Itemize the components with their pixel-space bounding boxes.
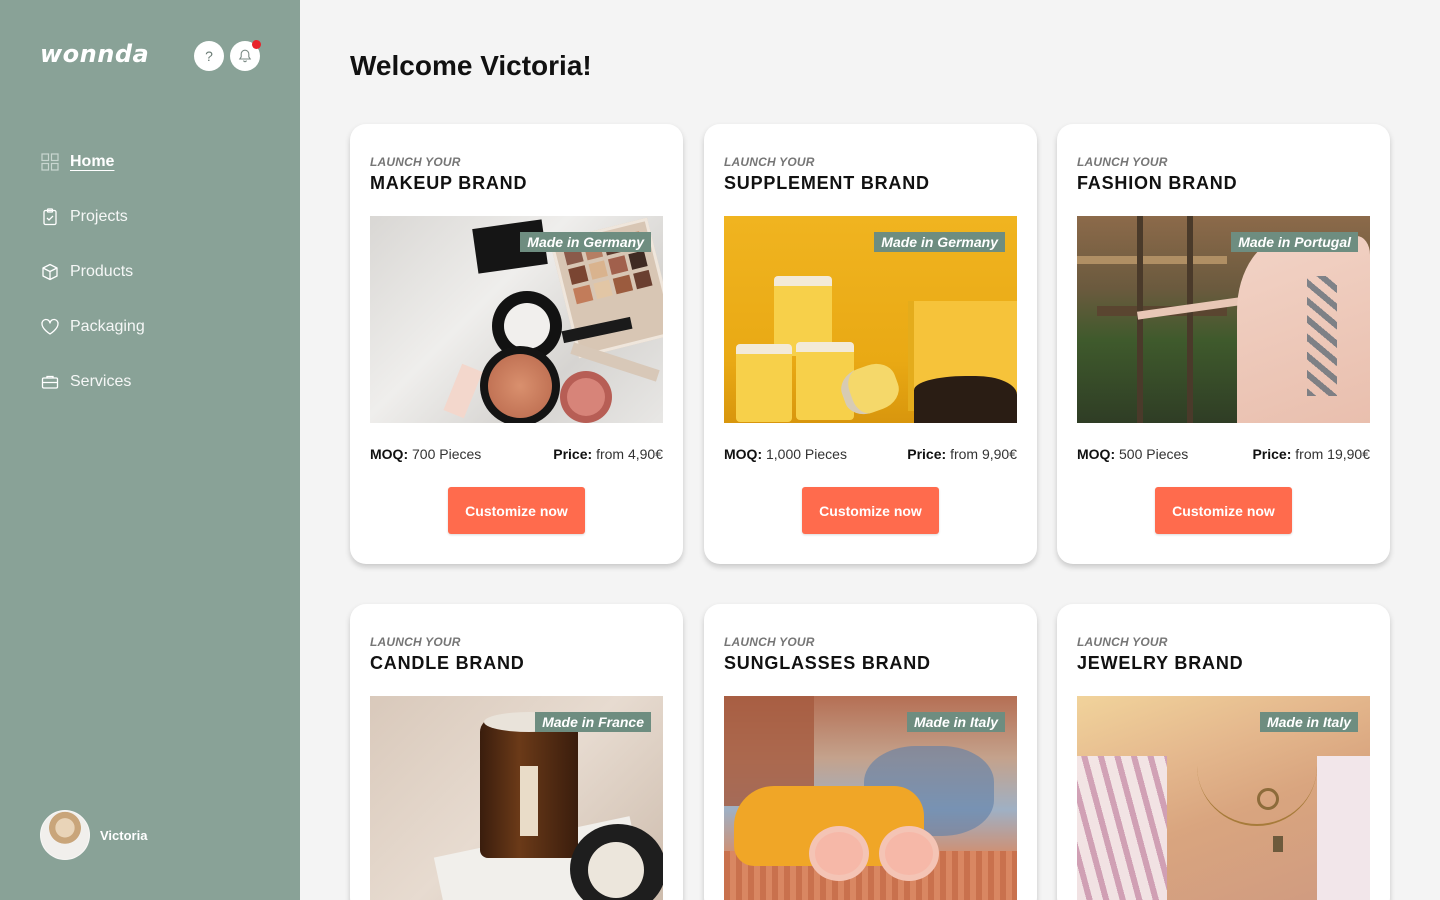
price-info: Price: from 19,90€ — [1252, 446, 1370, 462]
card-title: SUPPLEMENT BRAND — [724, 173, 930, 193]
moq-info: MOQ: 700 Pieces — [370, 446, 481, 462]
price-value: from 19,90€ — [1295, 446, 1370, 462]
sidebar-item-label: Packaging — [70, 318, 145, 335]
box-icon — [40, 262, 60, 282]
moq-label: MOQ: — [1077, 446, 1116, 462]
card-title: MAKEUP BRAND — [370, 173, 528, 193]
notifications-button[interactable] — [230, 40, 261, 71]
sidebar-item-packaging[interactable]: Packaging — [40, 313, 145, 341]
card-title: SUNGLASSES BRAND — [724, 653, 931, 673]
notification-dot — [252, 40, 261, 49]
moq-label: MOQ: — [724, 446, 763, 462]
product-card-jewelry: LAUNCH YOUR JEWELRY BRAND Made in Italy — [1057, 604, 1390, 900]
customize-now-button[interactable]: Customize now — [1155, 487, 1292, 534]
moq-value: 1,000 Pieces — [766, 446, 847, 462]
card-kicker: LAUNCH YOUR — [1077, 155, 1168, 169]
customize-now-button[interactable]: Customize now — [448, 487, 585, 534]
product-card-supplement: LAUNCH YOUR SUPPLEMENT BRAND Made in Ger… — [704, 124, 1037, 564]
help-button[interactable]: ? — [194, 41, 224, 71]
moq-value: 500 Pieces — [1119, 446, 1189, 462]
moq-label: MOQ: — [370, 446, 409, 462]
product-card-fashion: LAUNCH YOUR FASHION BRAND Made in Portug… — [1057, 124, 1390, 564]
price-label: Price: — [1252, 446, 1292, 462]
origin-badge: Made in Germany — [874, 232, 1005, 252]
card-image[interactable]: Made in Germany — [724, 216, 1017, 423]
moq-info: MOQ: 1,000 Pieces — [724, 446, 847, 462]
card-meta: MOQ: 700 Pieces Price: from 4,90€ — [370, 446, 663, 462]
clipboard-check-icon — [40, 207, 60, 227]
price-value: from 4,90€ — [596, 446, 663, 462]
card-meta: MOQ: 1,000 Pieces Price: from 9,90€ — [724, 446, 1017, 462]
origin-badge: Made in Portugal — [1231, 232, 1358, 252]
sidebar-item-products[interactable]: Products — [40, 258, 145, 286]
price-info: Price: from 4,90€ — [553, 446, 663, 462]
card-title: FASHION BRAND — [1077, 173, 1238, 193]
customize-now-button[interactable]: Customize now — [802, 487, 939, 534]
card-kicker: LAUNCH YOUR — [724, 155, 815, 169]
briefcase-icon — [40, 372, 60, 392]
page-title: Welcome Victoria! — [350, 50, 592, 81]
origin-badge: Made in Germany — [520, 232, 651, 252]
card-kicker: LAUNCH YOUR — [370, 155, 461, 169]
sidebar-item-projects[interactable]: Projects — [40, 203, 145, 231]
help-icon: ? — [205, 48, 213, 64]
card-title: CANDLE BRAND — [370, 653, 525, 673]
user-profile[interactable]: Victoria — [40, 810, 147, 860]
sidebar-item-services[interactable]: Services — [40, 368, 145, 396]
sidebar-item-label: Services — [70, 373, 132, 390]
sidebar-item-label: Projects — [70, 208, 128, 225]
product-card-makeup: LAUNCH YOUR MAKEUP BRAND Made in Germany… — [350, 124, 683, 564]
card-title: JEWELRY BRAND — [1077, 653, 1244, 673]
price-value: from 9,90€ — [950, 446, 1017, 462]
product-card-candle: LAUNCH YOUR CANDLE BRAND Made in France — [350, 604, 683, 900]
price-label: Price: — [553, 446, 593, 462]
sidebar-nav: Home Projects Products Packaging Service… — [40, 148, 145, 423]
user-name: Victoria — [100, 827, 148, 843]
header-actions: ? — [194, 40, 261, 71]
sidebar-item-label: Home — [70, 153, 115, 170]
avatar — [40, 810, 90, 860]
moq-info: MOQ: 500 Pieces — [1077, 446, 1188, 462]
heart-icon — [40, 317, 60, 337]
origin-badge: Made in Italy — [1259, 712, 1358, 732]
sidebar: wonnda ? Home Projects Products Packagin… — [0, 0, 300, 900]
sidebar-item-home[interactable]: Home — [40, 148, 145, 176]
main-content: Welcome Victoria! LAUNCH YOUR MAKEUP BRA… — [300, 0, 1440, 900]
card-image[interactable]: Made in France — [370, 696, 663, 900]
moq-value: 700 Pieces — [412, 446, 482, 462]
origin-badge: Made in Italy — [906, 712, 1005, 732]
card-image[interactable]: Made in Italy — [724, 696, 1017, 900]
price-info: Price: from 9,90€ — [907, 446, 1017, 462]
card-image[interactable]: Made in Germany — [370, 216, 663, 423]
origin-badge: Made in France — [535, 712, 651, 732]
grid-icon — [40, 152, 60, 172]
product-card-sunglasses: LAUNCH YOUR SUNGLASSES BRAND Made in Ita… — [704, 604, 1037, 900]
sidebar-item-label: Products — [70, 263, 134, 280]
card-meta: MOQ: 500 Pieces Price: from 19,90€ — [1077, 446, 1370, 462]
card-kicker: LAUNCH YOUR — [370, 635, 461, 649]
card-kicker: LAUNCH YOUR — [724, 635, 815, 649]
card-kicker: LAUNCH YOUR — [1077, 635, 1168, 649]
card-image[interactable]: Made in Portugal — [1077, 216, 1370, 423]
app-logo[interactable]: wonnda — [40, 40, 149, 68]
bell-icon — [238, 49, 252, 63]
price-label: Price: — [907, 446, 947, 462]
card-image[interactable]: Made in Italy — [1077, 696, 1370, 900]
